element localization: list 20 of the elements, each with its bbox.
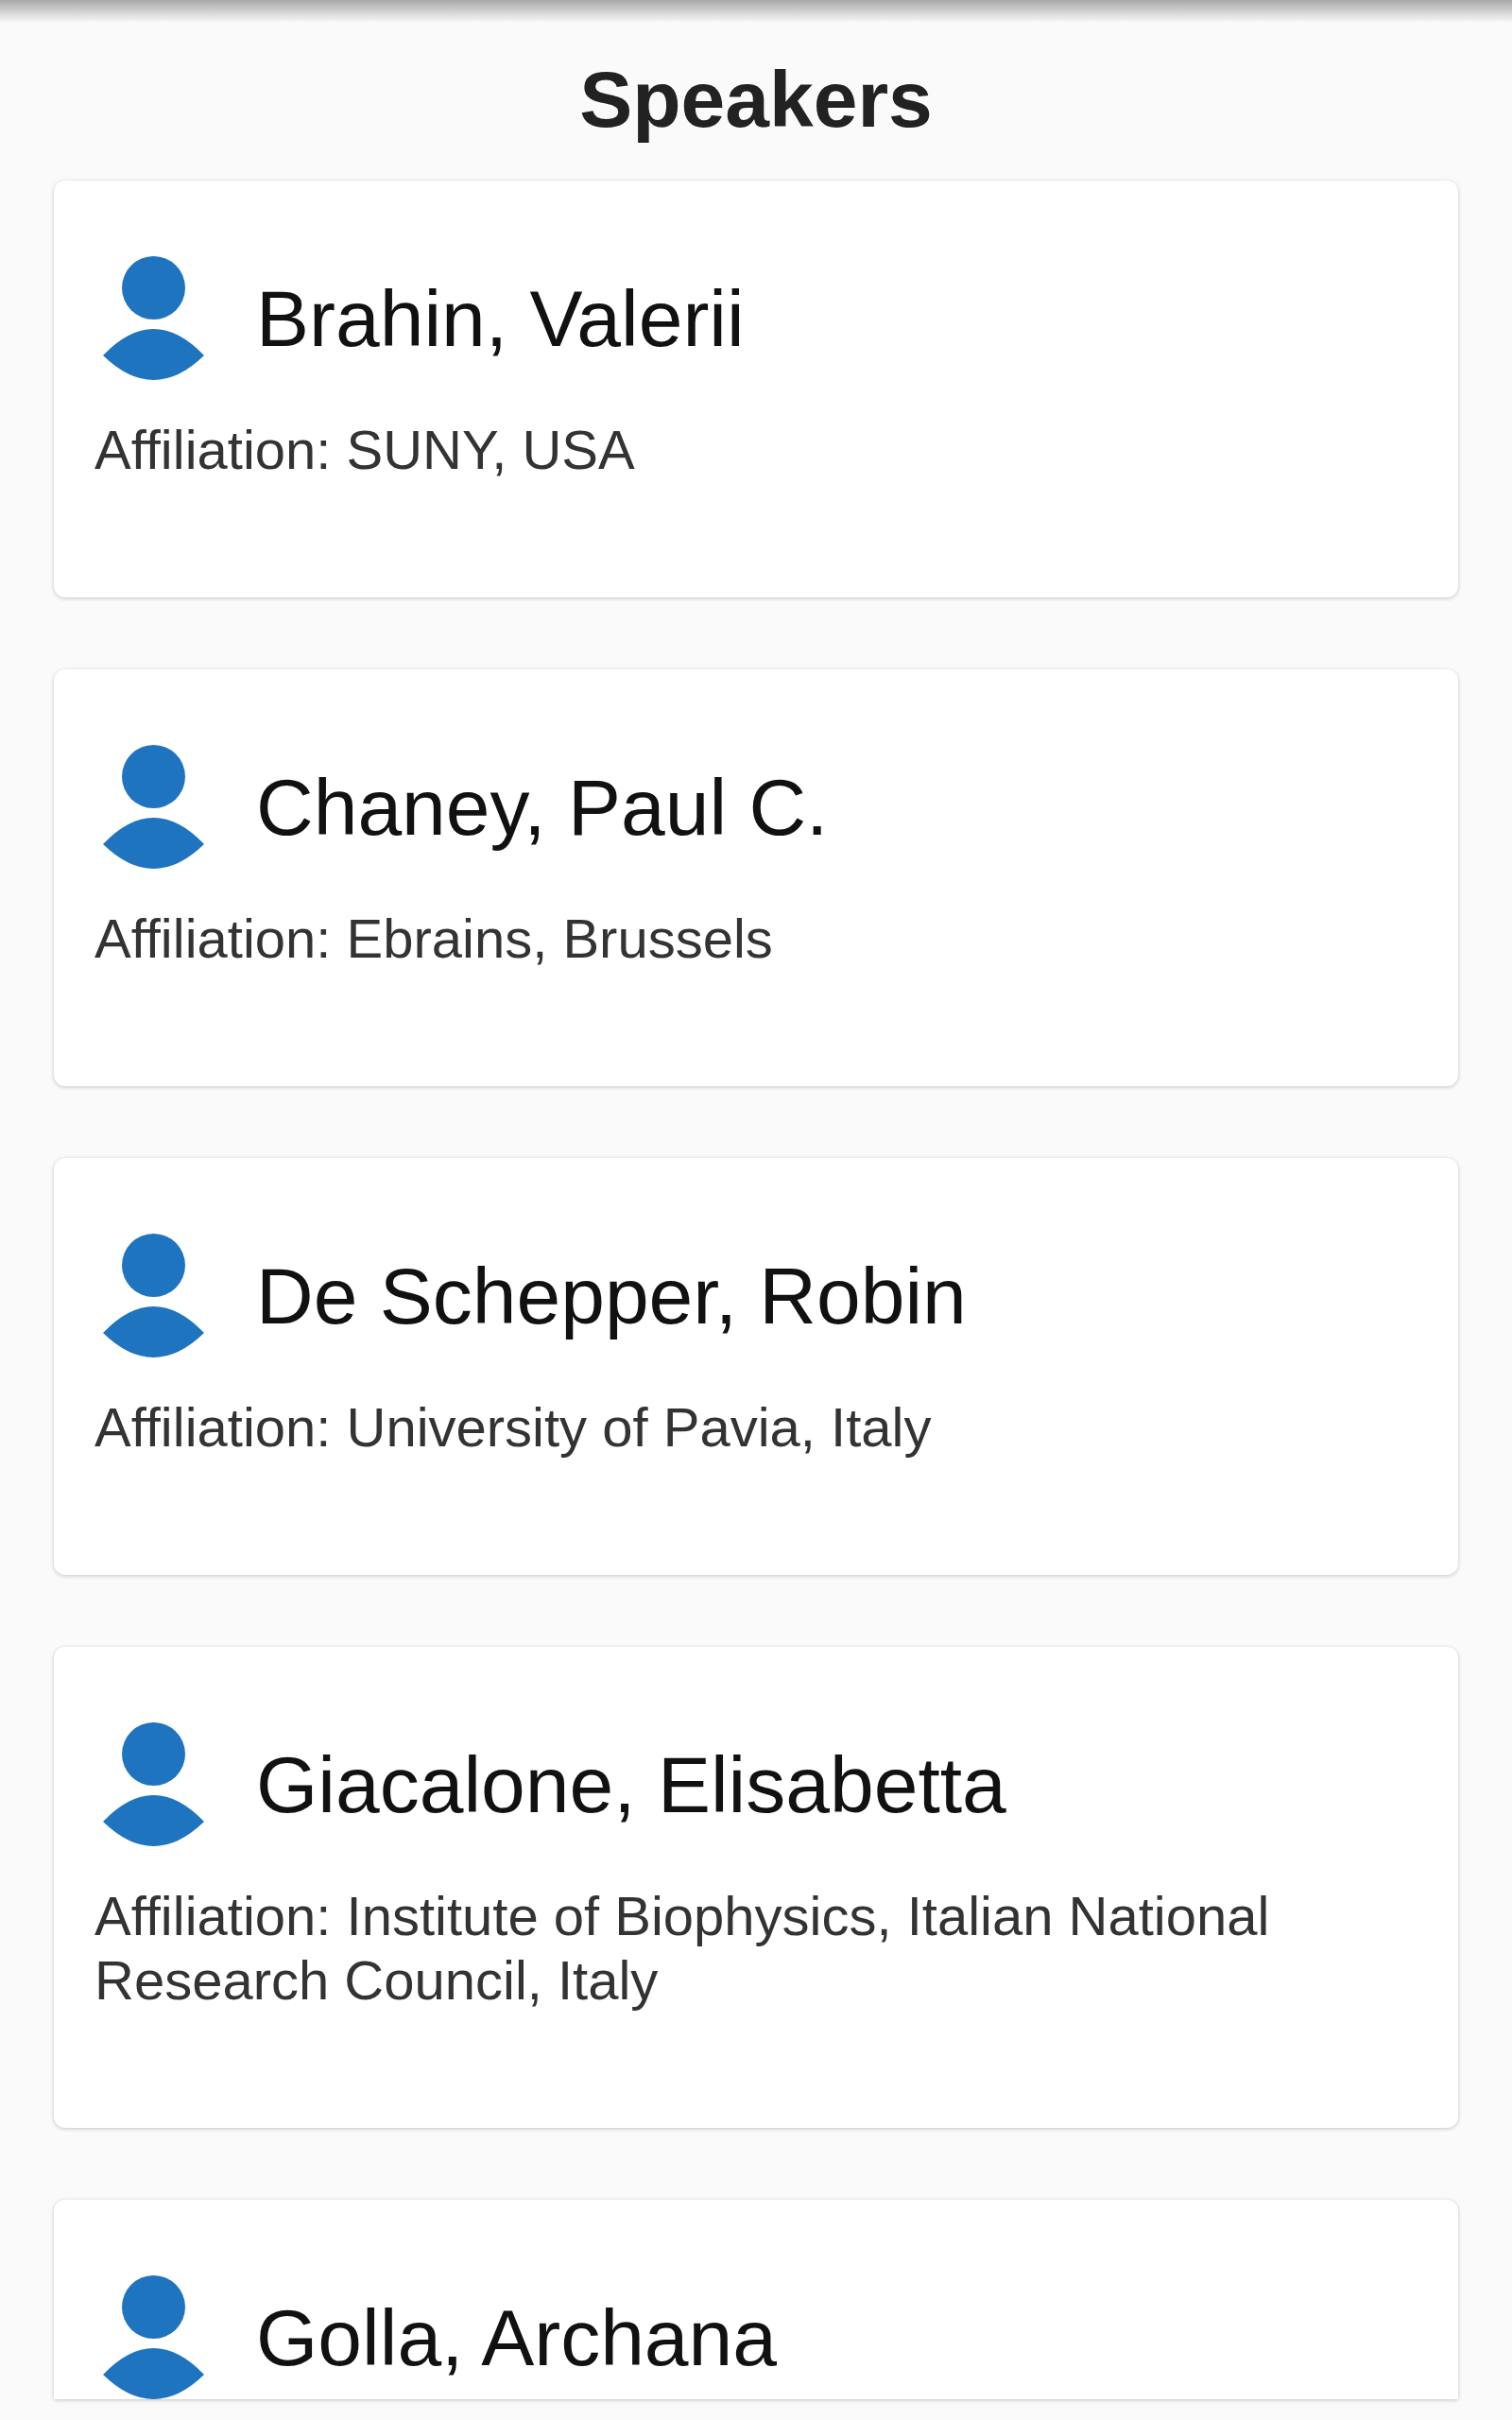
person-icon xyxy=(103,745,204,869)
speaker-card[interactable]: Golla, Archana xyxy=(54,2200,1458,2399)
speaker-name: Golla, Archana xyxy=(256,2291,777,2384)
speaker-affiliation: Affiliation: Ebrains, Brussels xyxy=(94,907,774,971)
speaker-name: De Schepper, Robin xyxy=(256,1250,967,1342)
speaker-name: Giacalone, Elisabetta xyxy=(256,1738,1006,1831)
person-icon xyxy=(103,1722,204,1846)
person-icon xyxy=(103,1234,204,1357)
speaker-affiliation: Affiliation: Institute of Biophysics, Italian National Research Council, Italy xyxy=(94,1884,1271,2013)
speaker-card[interactable]: Giacalone, Elisabetta Affiliation: Institute of Biophysics, Italian National Research Council, Italy xyxy=(54,1647,1458,2128)
person-icon xyxy=(103,256,204,380)
speaker-name: Chaney, Paul C. xyxy=(256,761,829,854)
speaker-name: Brahin, Valerii xyxy=(256,272,745,365)
speaker-card[interactable]: Chaney, Paul C. Affiliation: Ebrains, Brussels xyxy=(54,669,1458,1086)
speaker-card[interactable]: Brahin, Valerii Affiliation: SUNY, USA xyxy=(54,181,1458,597)
speaker-affiliation: Affiliation: University of Pavia, Italy xyxy=(94,1395,933,1460)
page-title: Speakers xyxy=(578,54,934,146)
speaker-card[interactable]: De Schepper, Robin Affiliation: University of Pavia, Italy xyxy=(54,1158,1458,1575)
speaker-affiliation: Affiliation: SUNY, USA xyxy=(94,418,636,482)
person-icon xyxy=(103,2275,204,2399)
